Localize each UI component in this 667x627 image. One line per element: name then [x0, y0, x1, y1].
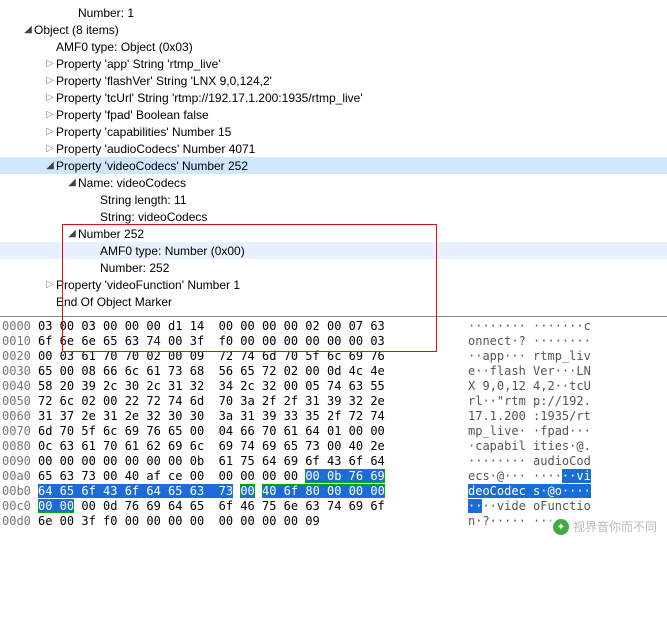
collapse-icon[interactable] [44, 140, 56, 157]
collapse-icon[interactable] [44, 72, 56, 89]
watermark: ✦视界音你而不同 [551, 519, 659, 535]
tree-row[interactable]: Object (8 items) [0, 21, 667, 38]
tree-row[interactable]: Name: videoCodecs [0, 174, 667, 191]
expand-icon[interactable] [44, 157, 56, 174]
tree-row[interactable]: End Of Object Marker [0, 293, 667, 310]
tree-row[interactable]: Property 'videoFunction' Number 1 [0, 276, 667, 293]
tree-row[interactable]: Number: 1 [0, 4, 667, 21]
tree-row[interactable]: Number 252 [0, 225, 667, 242]
tree-row[interactable]: AMF0 type: Number (0x00) [0, 242, 667, 259]
hex-row[interactable]: 000003 00 03 00 00 00 d1 14 00 00 00 00 … [0, 319, 667, 334]
hex-row[interactable]: 00106f 6e 6e 65 63 74 00 3f f0 00 00 00 … [0, 334, 667, 349]
collapse-icon[interactable] [44, 89, 56, 106]
collapse-icon[interactable] [44, 106, 56, 123]
hex-row[interactable]: 003065 00 08 66 6c 61 73 68 56 65 72 02 … [0, 364, 667, 379]
expand-icon[interactable] [66, 174, 78, 191]
hex-row[interactable]: 00a065 63 73 00 40 af ce 00 00 00 00 00 … [0, 469, 667, 484]
hex-row[interactable]: 00706d 70 5f 6c 69 76 65 00 04 66 70 61 … [0, 424, 667, 439]
expand-icon[interactable] [66, 225, 78, 242]
collapse-icon[interactable] [44, 55, 56, 72]
hex-row[interactable]: 00b064 65 6f 43 6f 64 65 63 73 00 40 6f … [0, 484, 667, 499]
tree-row[interactable]: Number: 252 [0, 259, 667, 276]
hex-row[interactable]: 005072 6c 02 00 22 72 74 6d 70 3a 2f 2f … [0, 394, 667, 409]
collapse-icon[interactable] [44, 276, 56, 293]
tree-row[interactable]: Property 'app' String 'rtmp_live' [0, 55, 667, 72]
tree-row[interactable]: Property 'flashVer' String 'LNX 9,0,124,… [0, 72, 667, 89]
tree-row[interactable]: String: videoCodecs [0, 208, 667, 225]
expand-icon[interactable] [22, 21, 34, 38]
hex-row[interactable]: 004058 20 39 2c 30 2c 31 32 34 2c 32 00 … [0, 379, 667, 394]
tree-row[interactable]: Property 'tcUrl' String 'rtmp://192.17.1… [0, 89, 667, 106]
hex-row[interactable]: 002000 03 61 70 70 02 00 09 72 74 6d 70 … [0, 349, 667, 364]
tree-row[interactable]: Property 'audioCodecs' Number 4071 [0, 140, 667, 157]
tree-row[interactable]: Property 'capabilities' Number 15 [0, 123, 667, 140]
hex-row[interactable]: 00c000 00 00 0d 76 69 64 65 6f 46 75 6e … [0, 499, 667, 514]
hex-row[interactable]: 00800c 63 61 70 61 62 69 6c 69 74 69 65 … [0, 439, 667, 454]
protocol-tree[interactable]: Number: 1 Object (8 items) AMF0 type: Ob… [0, 0, 667, 316]
hex-dump-panel[interactable]: 000003 00 03 00 00 00 d1 14 00 00 00 00 … [0, 316, 667, 537]
wechat-icon: ✦ [553, 519, 569, 535]
tree-row[interactable]: AMF0 type: Object (0x03) [0, 38, 667, 55]
collapse-icon[interactable] [44, 123, 56, 140]
tree-row-selected[interactable]: Property 'videoCodecs' Number 252 [0, 157, 667, 174]
tree-row[interactable]: String length: 11 [0, 191, 667, 208]
hex-row[interactable]: 009000 00 00 00 00 00 00 0b 61 75 64 69 … [0, 454, 667, 469]
hex-row[interactable]: 006031 37 2e 31 2e 32 30 30 3a 31 39 33 … [0, 409, 667, 424]
tree-row[interactable]: Property 'fpad' Boolean false [0, 106, 667, 123]
